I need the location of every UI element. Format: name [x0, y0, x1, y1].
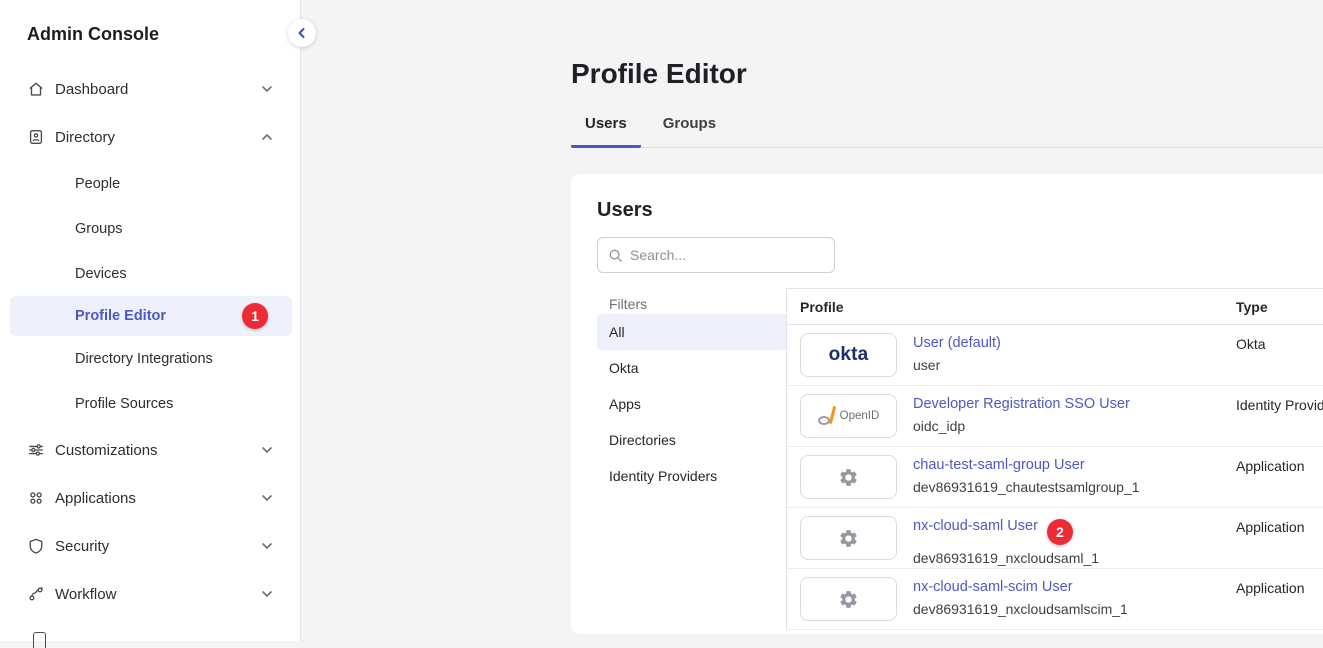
apps-grid-icon [27, 489, 45, 507]
profiles-table: Profile Type okta User (default) user Ok… [787, 288, 1323, 630]
chevron-down-icon [260, 82, 274, 96]
sidebar-item-label: Profile Sources [75, 396, 173, 412]
sidebar-item-label: Workflow [55, 586, 116, 603]
tab-bar: Users Groups [571, 115, 1323, 148]
sidebar-item-customizations[interactable]: Customizations [0, 426, 300, 474]
sidebar-item-label: Groups [75, 221, 123, 237]
profile-link[interactable]: Developer Registration SSO User [913, 396, 1130, 412]
filters-panel: Filters All Okta Apps Directories Identi… [597, 288, 787, 630]
profile-type: Application [1236, 580, 1305, 596]
sidebar-item-people[interactable]: People [0, 161, 300, 206]
app-gear-logo [800, 577, 897, 621]
sidebar-item-label: Profile Editor [75, 308, 166, 324]
id-badge-icon [27, 128, 45, 146]
search-input[interactable] [630, 247, 824, 263]
column-header-profile: Profile [787, 299, 844, 315]
reports-icon-partial[interactable] [33, 632, 46, 648]
profile-id: user [913, 357, 1001, 373]
profile-type: Identity Provider [1236, 397, 1323, 413]
app-title: Admin Console [0, 0, 300, 65]
sidebar-item-label: Dashboard [55, 81, 128, 98]
filter-directories[interactable]: Directories [597, 422, 786, 458]
chevron-down-icon [260, 443, 274, 457]
sidebar: Admin Console Dashboard Directory People… [0, 0, 301, 641]
filter-okta[interactable]: Okta [597, 350, 786, 386]
tab-users[interactable]: Users [571, 115, 641, 148]
filters-heading: Filters [597, 294, 786, 314]
gear-icon [838, 467, 859, 488]
sliders-icon [27, 441, 45, 459]
sidebar-item-directory-integrations[interactable]: Directory Integrations [0, 336, 300, 381]
users-panel: Users Filters All Okta Apps Directories … [571, 174, 1323, 634]
sidebar-item-dashboard[interactable]: Dashboard [0, 65, 300, 113]
sidebar-item-label: Directory Integrations [75, 351, 213, 367]
sidebar-item-label: People [75, 176, 120, 192]
sidebar-item-label: Applications [55, 490, 136, 507]
sidebar-item-applications[interactable]: Applications [0, 474, 300, 522]
sidebar-item-directory[interactable]: Directory [0, 113, 300, 161]
chevron-up-icon [260, 130, 274, 144]
profile-link[interactable]: chau-test-saml-group User [913, 457, 1085, 473]
column-header-type: Type [1236, 299, 1268, 315]
table-row: chau-test-saml-group User dev86931619_ch… [787, 447, 1323, 508]
filter-all[interactable]: All [597, 314, 786, 350]
sidebar-item-devices[interactable]: Devices [0, 251, 300, 296]
chevron-down-icon [260, 539, 274, 553]
shield-icon [27, 537, 45, 555]
sidebar-item-label: Devices [75, 266, 127, 282]
gear-icon [838, 528, 859, 549]
sidebar-item-groups[interactable]: Groups [0, 206, 300, 251]
page-title: Profile Editor [571, 0, 1323, 90]
sidebar-item-profile-sources[interactable]: Profile Sources [0, 381, 300, 426]
table-header: Profile Type [787, 289, 1323, 325]
chevron-down-icon [260, 587, 274, 601]
sidebar-item-workflow[interactable]: Workflow [0, 570, 300, 618]
profile-id: dev86931619_nxcloudsaml_1 [913, 550, 1099, 566]
sidebar-item-label: Customizations [55, 442, 158, 459]
profile-type: Application [1236, 458, 1305, 474]
profile-id: dev86931619_nxcloudsamlscim_1 [913, 601, 1128, 617]
profile-id: dev86931619_chautestsamlgroup_1 [913, 479, 1140, 495]
sidebar-item-security[interactable]: Security [0, 522, 300, 570]
main-content: Profile Editor Users Groups Users Filter… [302, 0, 1323, 641]
tab-label: Users [585, 115, 627, 132]
table-row: OpenID Developer Registration SSO User o… [787, 386, 1323, 447]
openid-logo: OpenID [800, 394, 897, 438]
profile-link[interactable]: nx-cloud-saml User [913, 518, 1038, 534]
workflow-branch-icon [27, 585, 45, 603]
profile-type: Application [1236, 519, 1305, 535]
app-gear-logo [800, 455, 897, 499]
annotation-badge-2: 2 [1047, 519, 1073, 545]
profile-link[interactable]: nx-cloud-saml-scim User [913, 579, 1073, 595]
openid-icon [818, 406, 835, 426]
home-icon [27, 80, 45, 98]
table-row: nx-cloud-saml User 2 dev86931619_nxclouds… [787, 508, 1323, 569]
gear-icon [838, 589, 859, 610]
tab-label: Groups [663, 115, 716, 132]
sidebar-item-label: Directory [55, 129, 115, 146]
filter-apps[interactable]: Apps [597, 386, 786, 422]
panel-title: Users [597, 199, 1323, 222]
app-gear-logo [800, 516, 897, 560]
annotation-badge-1: 1 [242, 303, 268, 329]
profile-id: oidc_idp [913, 418, 1130, 434]
sidebar-collapse-button[interactable] [288, 19, 316, 47]
filter-identity-providers[interactable]: Identity Providers [597, 458, 786, 494]
sidebar-item-profile-editor[interactable]: Profile Editor 1 [10, 296, 292, 336]
sidebar-item-label: Security [55, 538, 109, 555]
profile-type: Okta [1236, 336, 1266, 352]
table-row: nx-cloud-saml-scim User dev86931619_nxcl… [787, 569, 1323, 630]
chevron-left-icon [296, 27, 308, 39]
profile-link[interactable]: User (default) [913, 335, 1001, 351]
tab-groups[interactable]: Groups [649, 115, 730, 147]
chevron-down-icon [260, 491, 274, 505]
search-icon [608, 248, 623, 263]
table-row: okta User (default) user Okta [787, 325, 1323, 386]
okta-logo: okta [800, 333, 897, 377]
search-box[interactable] [597, 237, 835, 273]
